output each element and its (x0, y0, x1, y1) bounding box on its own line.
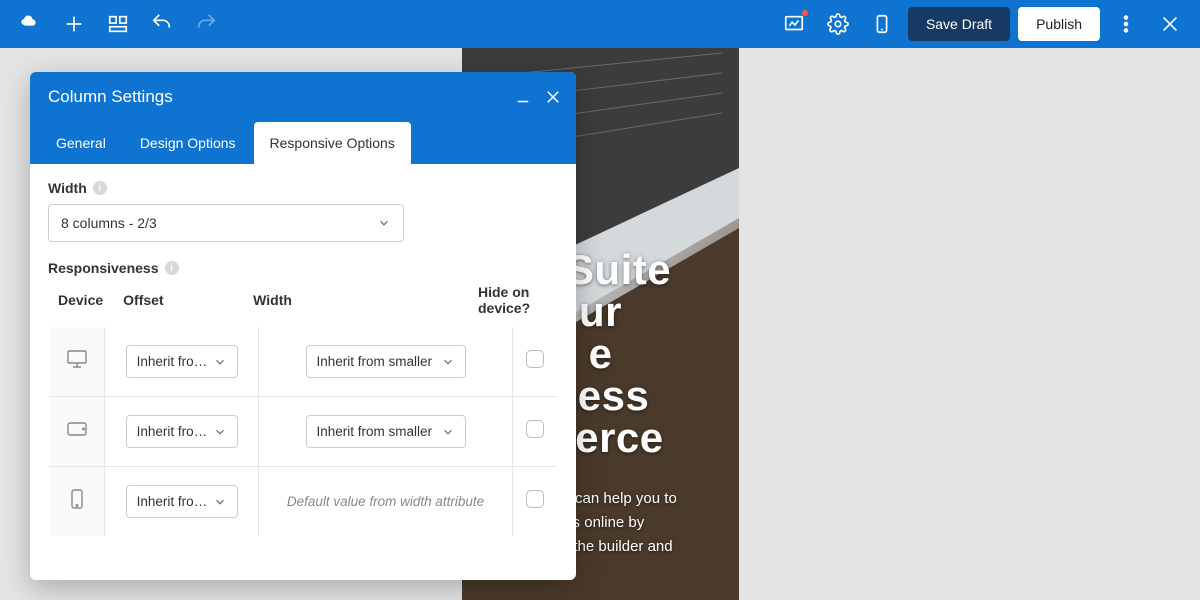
minimize-icon[interactable] (510, 84, 536, 110)
responsiveness-table: Device Offset Width Hide on device? (48, 284, 558, 326)
tablet-portrait-hide-checkbox[interactable] (526, 490, 544, 508)
save-draft-button[interactable]: Save Draft (908, 7, 1010, 41)
info-icon[interactable]: i (93, 181, 107, 195)
device-preview-icon[interactable] (864, 6, 900, 42)
chevron-down-icon (377, 216, 391, 230)
settings-icon[interactable] (820, 6, 856, 42)
responsiveness-label: Responsiveness i (48, 260, 558, 276)
col-hide: Hide on device? (468, 284, 558, 326)
tablet-portrait-icon (65, 487, 89, 511)
topbar-left-group (12, 6, 224, 42)
templates-icon[interactable] (100, 6, 136, 42)
more-icon[interactable] (1108, 6, 1144, 42)
col-device: Device (48, 284, 113, 326)
row-tablet-portrait: Inherit from sm Default value from width… (49, 467, 558, 537)
undo-icon[interactable] (144, 6, 180, 42)
tab-general[interactable]: General (40, 122, 122, 164)
desktop-hide-checkbox[interactable] (526, 350, 544, 368)
topbar-right-group: Save Draft Publish (776, 6, 1188, 42)
panel-title: Column Settings (48, 87, 173, 107)
chevron-down-icon (441, 355, 455, 369)
chevron-down-icon (213, 355, 227, 369)
close-editor-icon[interactable] (1152, 6, 1188, 42)
desktop-offset-select[interactable]: Inherit from sm (126, 345, 238, 378)
tablet-landscape-icon (65, 417, 89, 441)
redo-icon (188, 6, 224, 42)
width-select-value: 8 columns - 2/3 (61, 215, 157, 231)
column-settings-panel: Column Settings General Design Options R… (30, 72, 576, 580)
responsiveness-table-body: Inherit from sm Inherit from smaller (48, 326, 558, 537)
tab-responsive-options[interactable]: Responsive Options (254, 122, 411, 164)
tablet-landscape-hide-checkbox[interactable] (526, 420, 544, 438)
tablet-landscape-width-select[interactable]: Inherit from smaller (306, 415, 466, 448)
row-desktop: Inherit from sm Inherit from smaller (49, 327, 558, 397)
tab-design-options[interactable]: Design Options (124, 122, 252, 164)
desktop-width-select[interactable]: Inherit from smaller (306, 345, 466, 378)
chevron-down-icon (213, 495, 227, 509)
publish-button[interactable]: Publish (1018, 7, 1100, 41)
col-offset: Offset (113, 284, 243, 326)
info-icon[interactable]: i (165, 261, 179, 275)
panel-body: Width i 8 columns - 2/3 Responsiveness i… (30, 164, 576, 580)
close-icon[interactable] (540, 84, 566, 110)
tablet-portrait-offset-select[interactable]: Inherit from sm (126, 485, 238, 518)
default-width-note: Default value from width attribute (287, 494, 484, 509)
tablet-landscape-offset-select[interactable]: Inherit from sm (126, 415, 238, 448)
chevron-down-icon (441, 425, 455, 439)
desktop-icon (65, 347, 89, 371)
panel-header[interactable]: Column Settings (30, 72, 576, 122)
logo-icon[interactable] (12, 6, 48, 42)
col-width: Width (243, 284, 468, 326)
insights-icon[interactable] (776, 6, 812, 42)
chevron-down-icon (213, 425, 227, 439)
panel-tabs: General Design Options Responsive Option… (30, 122, 576, 164)
top-bar: Save Draft Publish (0, 0, 1200, 48)
add-icon[interactable] (56, 6, 92, 42)
row-tablet-landscape: Inherit from sm Inherit from smaller (49, 397, 558, 467)
width-select[interactable]: 8 columns - 2/3 (48, 204, 404, 242)
width-label: Width i (48, 180, 558, 196)
